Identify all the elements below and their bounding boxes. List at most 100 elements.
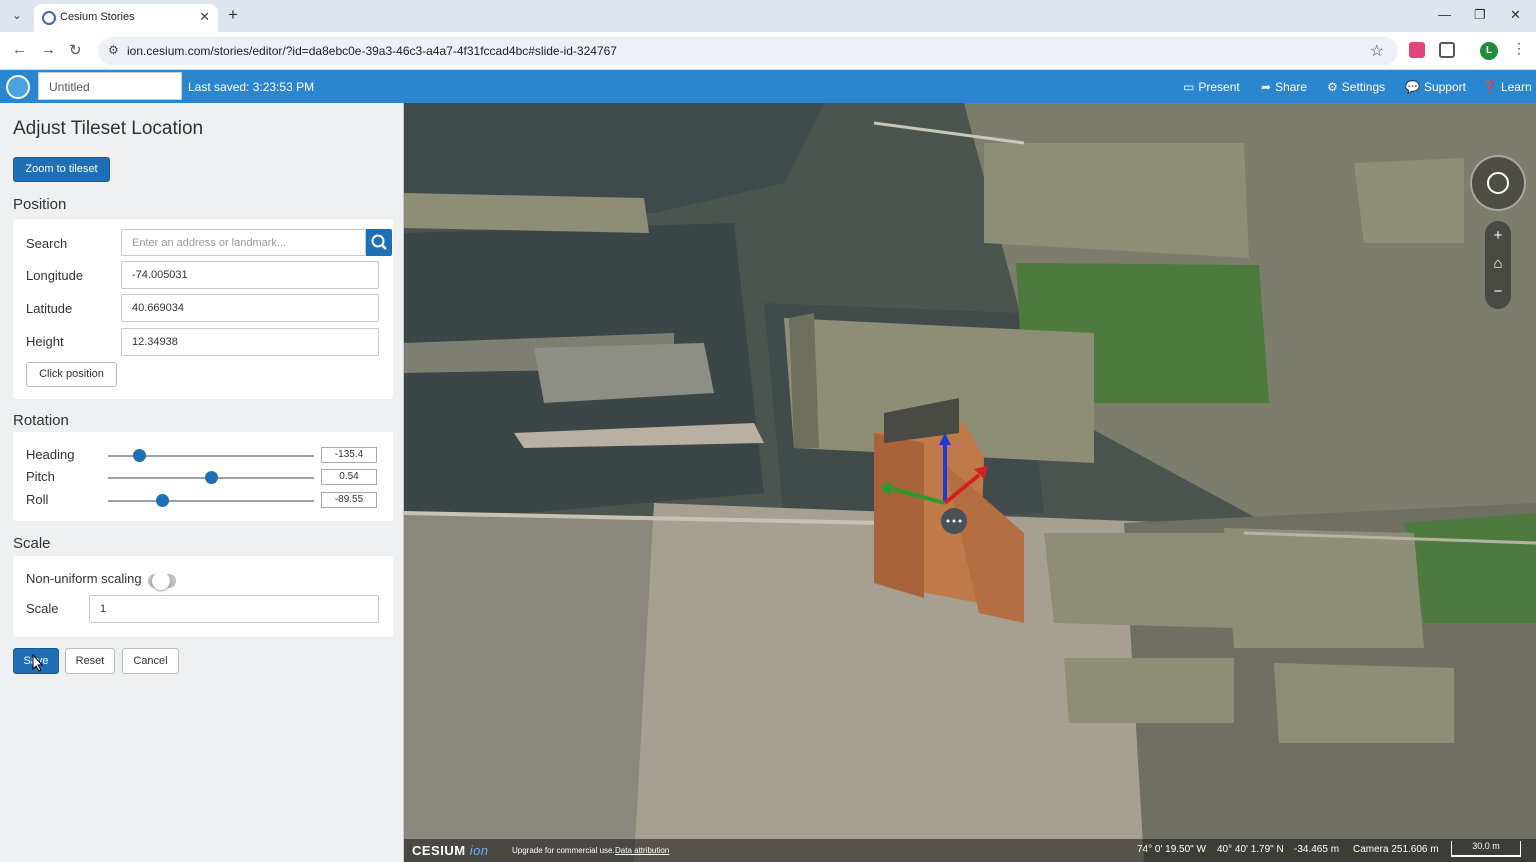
data-attribution-link[interactable]: Data attribution <box>615 846 669 855</box>
roll-label: Roll <box>26 492 49 507</box>
address-bar[interactable]: ⚙ ion.cesium.com/stories/editor/?id=da8e… <box>98 37 1398 65</box>
height-label: Height <box>26 334 64 349</box>
cesium-logo-text: CESIUM <box>412 843 466 858</box>
heading-slider-thumb[interactable] <box>132 449 146 462</box>
compass-ring-icon <box>1487 172 1509 194</box>
bookmark-star-icon[interactable]: ☆ <box>1370 41 1384 61</box>
scale-label: Scale <box>26 601 59 616</box>
profile-avatar[interactable]: L <box>1480 42 1498 60</box>
heading-value-input[interactable]: -135.4 <box>321 447 377 463</box>
share-label: Share <box>1275 80 1308 94</box>
roll-slider[interactable] <box>108 494 314 507</box>
minimize-icon[interactable]: — <box>1438 7 1451 22</box>
extensions-puzzle-icon[interactable] <box>1439 42 1455 58</box>
help-icon: ❓ <box>1482 80 1497 94</box>
pitch-slider-thumb[interactable] <box>205 471 218 484</box>
zoom-out-icon[interactable]: − <box>1485 283 1511 300</box>
panel-title: Adjust Tileset Location <box>13 118 204 139</box>
url-text[interactable]: ion.cesium.com/stories/editor/?id=da8ebc… <box>127 44 617 58</box>
back-icon[interactable]: ← <box>12 41 27 58</box>
reset-button[interactable]: Reset <box>65 648 115 674</box>
close-window-icon[interactable]: ✕ <box>1510 7 1521 23</box>
learn-label: Learn <box>1500 80 1532 94</box>
cancel-button[interactable]: Cancel <box>122 648 179 674</box>
settings-label: Settings <box>1341 80 1386 94</box>
cesium-3d-viewer[interactable]: + ⌂ − CESIUM ion Upgrade for commercial … <box>404 103 1536 862</box>
support-button[interactable]: 💬 Support <box>1405 80 1466 94</box>
elevation-readout: -34.465 m <box>1294 844 1340 855</box>
click-position-button[interactable]: Click position <box>26 362 117 387</box>
rotation-card: Heading -135.4 Pitch 0.54 Roll -89.55 <box>13 432 393 521</box>
browser-tab-strip: ⌄ Cesium Stories ✕ + — ❐ ✕ <box>0 0 1536 32</box>
zoom-in-icon[interactable]: + <box>1485 227 1511 244</box>
search-label: Search <box>26 236 68 251</box>
monitor-icon: ▭ <box>1183 80 1195 94</box>
new-tab-icon[interactable]: + <box>228 5 238 25</box>
position-card: Search Enter an address or landmark... L… <box>13 219 393 399</box>
pitch-value-input[interactable]: 0.54 <box>321 469 377 485</box>
browser-tab[interactable]: Cesium Stories ✕ <box>34 4 218 32</box>
close-tab-icon[interactable]: ✕ <box>199 9 210 25</box>
browser-toolbar: ← → ↻ ⚙ ion.cesium.com/stories/editor/?i… <box>0 32 1536 70</box>
camera-height-readout: Camera 251.606 m <box>1353 844 1439 855</box>
latitude-label: Latitude <box>26 301 73 316</box>
pitch-label: Pitch <box>26 469 55 484</box>
search-input[interactable]: Enter an address or landmark... <box>121 229 366 256</box>
cesium-favicon-icon <box>42 11 56 25</box>
app-header: Untitled Last saved: 3:23:53 PM ▭ Present… <box>0 70 1536 103</box>
extension-icon[interactable] <box>1409 42 1425 58</box>
roll-slider-thumb[interactable] <box>155 494 169 507</box>
viewer-status-bar: CESIUM ion Upgrade for commercial use. D… <box>404 839 1536 862</box>
present-label: Present <box>1198 80 1240 94</box>
upgrade-text: Upgrade for commercial use. <box>512 846 615 855</box>
latitude-readout: 40° 40' 1.79" N <box>1217 844 1284 855</box>
tileset-location-panel: Adjust Tileset Location Zoom to tileset … <box>0 103 404 862</box>
restore-icon[interactable]: ❐ <box>1474 7 1486 23</box>
forward-icon[interactable]: → <box>41 41 56 58</box>
roll-value-input[interactable]: -89.55 <box>321 492 377 508</box>
mouse-cursor-icon <box>32 654 44 672</box>
toggle-knob <box>152 572 170 590</box>
longitude-readout: 74° 0' 19.50" W <box>1137 844 1206 855</box>
nonuniform-scaling-toggle[interactable] <box>148 572 176 590</box>
longitude-input[interactable]: -74.005031 <box>121 261 379 289</box>
heading-label: Heading <box>26 447 75 462</box>
scale-heading: Scale <box>13 535 51 552</box>
share-icon: ➦ <box>1261 80 1272 94</box>
reload-icon[interactable]: ↻ <box>69 41 82 59</box>
heading-slider[interactable] <box>108 449 314 462</box>
cesium-ion-logo[interactable]: CESIUM ion <box>412 843 489 858</box>
scale-card: Non-uniform scaling Scale 1 <box>13 556 393 637</box>
tab-title: Cesium Stories <box>60 11 135 23</box>
home-icon[interactable]: ⌂ <box>1485 255 1511 272</box>
ion-logo-text: ion <box>469 843 489 858</box>
settings-button[interactable]: ⚙ Settings <box>1327 80 1385 94</box>
present-button[interactable]: ▭ Present <box>1183 80 1240 94</box>
scale-input[interactable]: 1 <box>89 595 379 623</box>
latitude-input[interactable]: 40.669034 <box>121 294 379 322</box>
position-heading: Position <box>13 196 67 213</box>
rotation-heading: Rotation <box>13 412 69 429</box>
compass-navigation-widget[interactable] <box>1470 155 1526 211</box>
nonuniform-scaling-label: Non-uniform scaling <box>26 571 142 586</box>
story-title-input[interactable]: Untitled <box>38 72 182 100</box>
share-button[interactable]: ➦ Share <box>1261 80 1307 94</box>
height-input[interactable]: 12.34938 <box>121 328 379 356</box>
search-button[interactable] <box>366 229 392 256</box>
zoom-to-tileset-button[interactable]: Zoom to tileset <box>13 157 110 182</box>
cesium-logo-icon[interactable] <box>6 75 30 99</box>
distance-scale-bar: 30.0 m <box>1451 841 1521 857</box>
gear-icon: ⚙ <box>1327 80 1338 94</box>
aerial-city-scene <box>404 103 1536 862</box>
zoom-controls: + ⌂ − <box>1485 221 1511 309</box>
browser-menu-icon[interactable]: ⋮ <box>1512 40 1526 57</box>
last-saved-status: Last saved: 3:23:53 PM <box>188 80 315 94</box>
site-info-icon[interactable]: ⚙ <box>108 43 119 57</box>
pitch-slider[interactable] <box>108 471 314 484</box>
chat-icon: 💬 <box>1405 80 1420 94</box>
support-label: Support <box>1423 80 1466 94</box>
learn-button[interactable]: ❓ Learn <box>1482 80 1532 94</box>
longitude-label: Longitude <box>26 268 84 283</box>
search-icon <box>371 234 387 250</box>
tab-search-icon[interactable]: ⌄ <box>8 7 26 25</box>
